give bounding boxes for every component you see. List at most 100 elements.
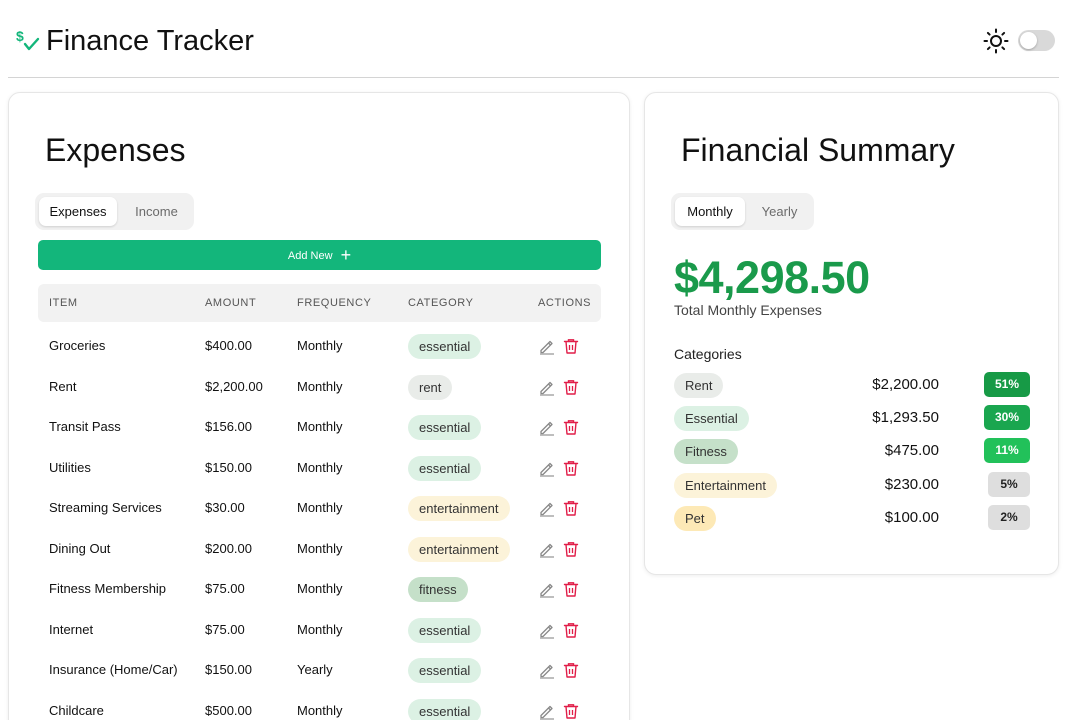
category-badge: essential	[408, 617, 482, 643]
tab-expenses[interactable]: Expenses	[39, 197, 117, 226]
total-label: Total Monthly Expenses	[674, 302, 822, 318]
row-amount: $156.00	[205, 419, 252, 434]
pencil-icon[interactable]	[538, 459, 556, 477]
pencil-icon[interactable]	[538, 661, 556, 679]
row-item: Dining Out	[49, 540, 111, 556]
row-item: Streaming Services	[49, 500, 162, 515]
column-item: ITEM	[49, 297, 78, 309]
trash-icon[interactable]	[562, 621, 580, 639]
pencil-icon[interactable]	[538, 702, 556, 720]
table-row: Childcare $500.00 Monthly essential	[38, 691, 601, 720]
trash-icon[interactable]	[562, 378, 580, 396]
table-row: Insurance (Home/Car) $150.00 Yearly essenti…	[38, 650, 601, 690]
table-row: Groceries $400.00 Monthly essential	[38, 326, 601, 366]
pencil-icon[interactable]	[538, 378, 556, 396]
row-item: Transit Pass	[49, 419, 121, 434]
category-badge: essential	[408, 658, 482, 683]
row-item: Groceries	[49, 338, 106, 353]
row-frequency: Monthly	[297, 702, 343, 718]
add-new-label: Add New	[287, 250, 333, 262]
theme-toggle[interactable]	[1018, 30, 1055, 51]
category-percent-badge: 11%	[984, 438, 1030, 464]
row-item: Utilities	[49, 459, 91, 475]
category-amount: $1,293.50	[872, 409, 939, 427]
row-amount: $150.00	[205, 459, 252, 475]
svg-text:$: $	[16, 28, 24, 44]
monthly-yearly-tabs: Monthly Yearly	[671, 193, 814, 230]
add-new-button[interactable]: Add New +	[38, 240, 601, 270]
pencil-icon[interactable]	[538, 540, 556, 558]
row-amount: $30.00	[205, 500, 245, 515]
row-frequency: Yearly	[297, 662, 333, 677]
table-row: Fitness Membership $75.00 Monthly fitness	[38, 569, 601, 609]
column-category: CATEGORY	[408, 297, 474, 309]
trash-icon[interactable]	[562, 540, 580, 558]
category-badge: entertainment	[408, 536, 510, 562]
pencil-icon[interactable]	[538, 621, 556, 639]
table-row: Transit Pass $156.00 Monthly essential	[38, 407, 601, 447]
tab-income[interactable]: Income	[123, 197, 190, 226]
category-summary-row: Rent $2,200.00 51%	[674, 372, 1031, 400]
trash-icon[interactable]	[562, 499, 580, 517]
trash-icon[interactable]	[562, 459, 580, 477]
expenses-income-tabs: Expenses Income	[35, 193, 194, 230]
row-frequency: Monthly	[297, 378, 343, 394]
row-item: Insurance (Home/Car)	[49, 662, 178, 677]
pencil-icon[interactable]	[538, 499, 556, 517]
category-amount: $230.00	[884, 475, 939, 493]
header-divider	[8, 77, 1059, 78]
row-item: Fitness Membership	[49, 581, 167, 596]
category-badge: rent	[408, 374, 453, 400]
total-amount: $4,298.50	[674, 252, 870, 303]
toggle-knob	[1020, 32, 1037, 49]
sun-icon[interactable]	[983, 28, 1009, 54]
pencil-icon[interactable]	[538, 580, 556, 598]
pencil-icon[interactable]	[538, 418, 556, 436]
row-amount: $150.00	[205, 662, 252, 677]
row-frequency: Monthly	[297, 338, 343, 353]
row-frequency: Monthly	[297, 419, 343, 434]
category-summary-row: Fitness $475.00 11%	[674, 438, 1031, 466]
expenses-title: Expenses	[45, 132, 186, 168]
category-summary-row: Entertainment $230.00 5%	[674, 471, 1031, 500]
table-row: Dining Out $200.00 Monthly entertainment	[38, 529, 601, 569]
trash-icon[interactable]	[562, 580, 580, 598]
category-percent-badge: 51%	[984, 372, 1030, 397]
financial-summary-card: Financial Summary Monthly Yearly $4,298.…	[644, 92, 1059, 575]
app-title: Finance Tracker	[46, 25, 254, 57]
row-amount: $75.00	[205, 581, 245, 596]
row-amount: $500.00	[205, 702, 252, 718]
tab-monthly[interactable]: Monthly	[675, 197, 745, 226]
trash-icon[interactable]	[562, 337, 580, 355]
categories-heading: Categories	[674, 346, 742, 362]
table-row: Internet $75.00 Monthly essential	[38, 610, 601, 650]
category-percent-badge: 2%	[988, 504, 1030, 530]
trash-icon[interactable]	[562, 418, 580, 436]
table-header: ITEM AMOUNT FREQUENCY CATEGORY ACTIONS	[38, 284, 601, 322]
row-amount: $400.00	[205, 338, 252, 353]
tab-yearly[interactable]: Yearly	[749, 197, 810, 226]
category-amount: $475.00	[884, 442, 939, 460]
expenses-card: Expenses Expenses Income Add New + ITEM A…	[8, 92, 630, 720]
trash-icon[interactable]	[562, 702, 580, 720]
row-frequency: Monthly	[297, 581, 343, 596]
category-badge: essential	[408, 334, 482, 359]
category-badge: entertainment	[408, 496, 510, 521]
category-badge: Rent	[674, 373, 724, 398]
row-amount: $2,200.00	[205, 378, 263, 394]
category-badge: Entertainment	[674, 472, 777, 498]
row-frequency: Monthly	[297, 621, 343, 637]
row-item: Childcare	[49, 702, 104, 718]
row-amount: $200.00	[205, 540, 252, 556]
category-amount: $100.00	[884, 508, 939, 526]
summary-title: Financial Summary	[681, 132, 955, 168]
table-row: Streaming Services $30.00 Monthly entertain…	[38, 488, 601, 528]
trash-icon[interactable]	[562, 661, 580, 679]
row-item: Rent	[49, 378, 77, 394]
table-row: Utilities $150.00 Monthly essential	[38, 448, 601, 488]
row-amount: $75.00	[205, 621, 245, 637]
category-percent-badge: 30%	[984, 405, 1030, 431]
category-badge: Pet	[674, 505, 716, 531]
pencil-icon[interactable]	[538, 337, 556, 355]
row-frequency: Monthly	[297, 500, 343, 515]
